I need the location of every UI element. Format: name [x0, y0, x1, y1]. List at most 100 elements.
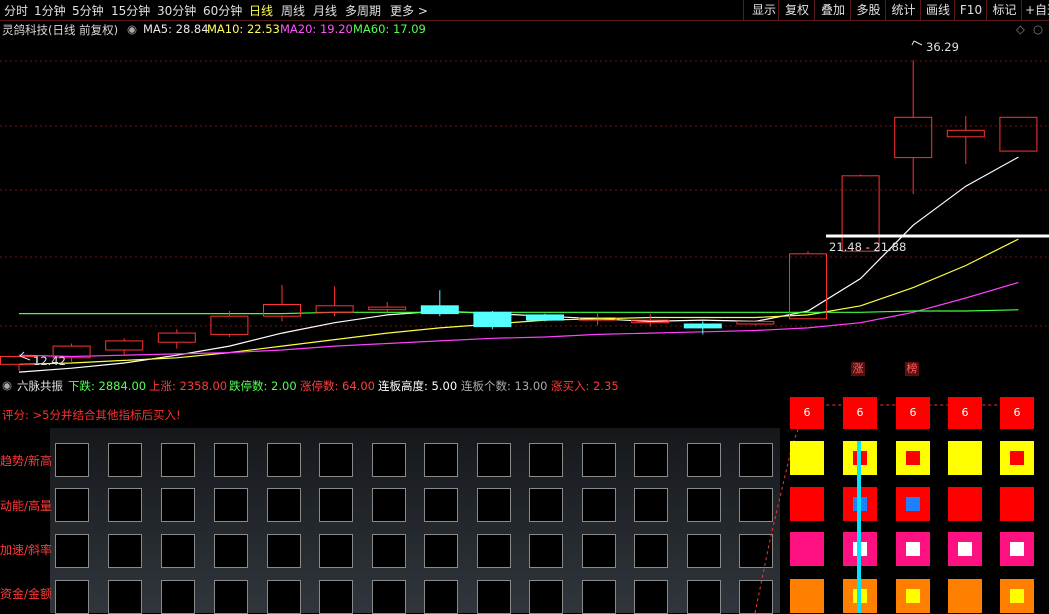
signal-cell: [372, 534, 406, 568]
diamond-icon[interactable]: ◇: [1016, 22, 1025, 36]
signal-cell: [477, 443, 511, 477]
signal-cell: [582, 534, 616, 568]
row-label-acceleration: 加速/斜率: [0, 543, 53, 557]
kline-chart: 21.48 - 21.88 36.29 12.42: [0, 40, 1049, 373]
limit-down-count: 跌停数: 2.00: [229, 379, 297, 393]
signal-momentum: [1000, 487, 1034, 521]
f10-button[interactable]: F10: [954, 0, 987, 20]
low-price-label: 12.42: [33, 354, 66, 368]
signal-cell: [687, 580, 721, 614]
signal-cell: [424, 488, 458, 522]
signal-cell: [372, 580, 406, 614]
signal-cell: [108, 580, 142, 614]
indicator-title: 六脉共振: [17, 379, 63, 393]
signal-momentum: [896, 487, 930, 521]
board-count: 连板个数: 13.00: [461, 379, 548, 393]
ma20-readout: MA20: 19.20: [280, 22, 353, 36]
stock-title: 灵鸽科技(日线 前复权): [2, 23, 119, 37]
down-count: 下跌: 2884.00: [68, 379, 147, 393]
signal-cell: [372, 443, 406, 477]
row-label-funds: 资金/金额: [0, 587, 53, 601]
signal-cell: [267, 534, 301, 568]
signal-funds: [1000, 579, 1034, 613]
candle-body: [683, 323, 722, 329]
signal-dot: [958, 542, 972, 556]
tab-5min[interactable]: 5分钟: [72, 2, 104, 19]
cursor-line[interactable]: [857, 441, 861, 613]
candle-body: [999, 116, 1038, 152]
tab-1min[interactable]: 1分钟: [34, 2, 66, 19]
score-badge: 6: [1000, 397, 1034, 429]
signal-cell: [582, 580, 616, 614]
signal-cell: [161, 580, 195, 614]
overlay-button[interactable]: 叠加: [814, 0, 851, 20]
tab-more[interactable]: 更多 >: [390, 2, 428, 19]
signal-cell: [582, 443, 616, 477]
candle-body: [263, 304, 301, 317]
high-price-label: 36.29: [926, 40, 959, 54]
candle-body: [315, 305, 354, 313]
tab-60min[interactable]: 60分钟: [203, 2, 242, 19]
signal-cell: [477, 580, 511, 614]
signal-cell: [477, 488, 511, 522]
tab-multi-period[interactable]: 多周期: [345, 2, 381, 19]
candle-body: [736, 320, 775, 325]
multi-stock-button[interactable]: 多股: [850, 0, 886, 20]
signal-acceleration: [1000, 532, 1034, 566]
signal-momentum: [948, 487, 982, 521]
ma-line-ma5: [18, 156, 1019, 373]
price-gridlines: [0, 60, 1049, 327]
row-label-momentum: 动能/高量: [0, 499, 53, 513]
signal-acceleration: [948, 532, 982, 566]
signal-cell: [582, 488, 616, 522]
signal-cell: [319, 443, 353, 477]
signal-cell: [108, 534, 142, 568]
add-watchlist-button[interactable]: +自选: [1021, 0, 1049, 20]
adjust-button[interactable]: 复权: [778, 0, 815, 20]
tab-fenshi[interactable]: 分时: [4, 2, 28, 19]
candle-body: [526, 314, 564, 321]
high-arrow-icon: [911, 40, 923, 46]
signal-dot: [1010, 451, 1024, 465]
up-count: 上涨: 2358.00: [149, 379, 228, 393]
indicator-settings-icon[interactable]: ◉: [2, 378, 12, 392]
candle-body: [157, 332, 196, 343]
candle-body: [420, 305, 459, 315]
score-hint: 评分: >5分并结合其他指标后买入!: [2, 408, 181, 422]
candle-body: [368, 306, 407, 311]
signal-trend: [1000, 441, 1034, 475]
board-height: 连板高度: 5.00: [378, 379, 458, 393]
signal-trend: [948, 441, 982, 475]
candle-body: [946, 129, 985, 138]
signal-cell: [267, 443, 301, 477]
circle-icon[interactable]: ○: [1033, 22, 1043, 36]
signal-cell: [161, 534, 195, 568]
ma-line-ma10: [18, 238, 1019, 365]
tag-rise: 涨: [851, 362, 865, 376]
signal-cell: [529, 443, 563, 477]
signal-cell: [529, 488, 563, 522]
tab-monthly[interactable]: 月线: [313, 2, 337, 19]
ma-info-bar: 灵鸽科技(日线 前复权) ◉ MA5: 28.84 MA10: 22.53 MA…: [0, 21, 1049, 38]
signal-funds: [790, 579, 824, 613]
tab-daily[interactable]: 日线: [249, 2, 273, 19]
signal-cell: [55, 443, 89, 477]
tab-15min[interactable]: 15分钟: [111, 2, 150, 19]
signal-cell: [319, 580, 353, 614]
mark-button[interactable]: 标记: [986, 0, 1022, 20]
candle-body: [789, 253, 827, 320]
signal-cell: [161, 488, 195, 522]
tab-30min[interactable]: 30分钟: [157, 2, 196, 19]
stats-button[interactable]: 统计: [885, 0, 921, 20]
signal-acceleration: [896, 532, 930, 566]
ma-line-ma20: [18, 281, 1019, 358]
settings-icon[interactable]: ◉: [127, 22, 137, 36]
signal-cell: [529, 534, 563, 568]
signal-grid-background: [50, 428, 780, 613]
signal-cell: [424, 443, 458, 477]
signal-funds: [948, 579, 982, 613]
signal-cell: [55, 534, 89, 568]
ma60-readout: MA60: 17.09: [353, 22, 426, 36]
draw-button[interactable]: 画线: [920, 0, 955, 20]
tab-weekly[interactable]: 周线: [281, 2, 305, 19]
